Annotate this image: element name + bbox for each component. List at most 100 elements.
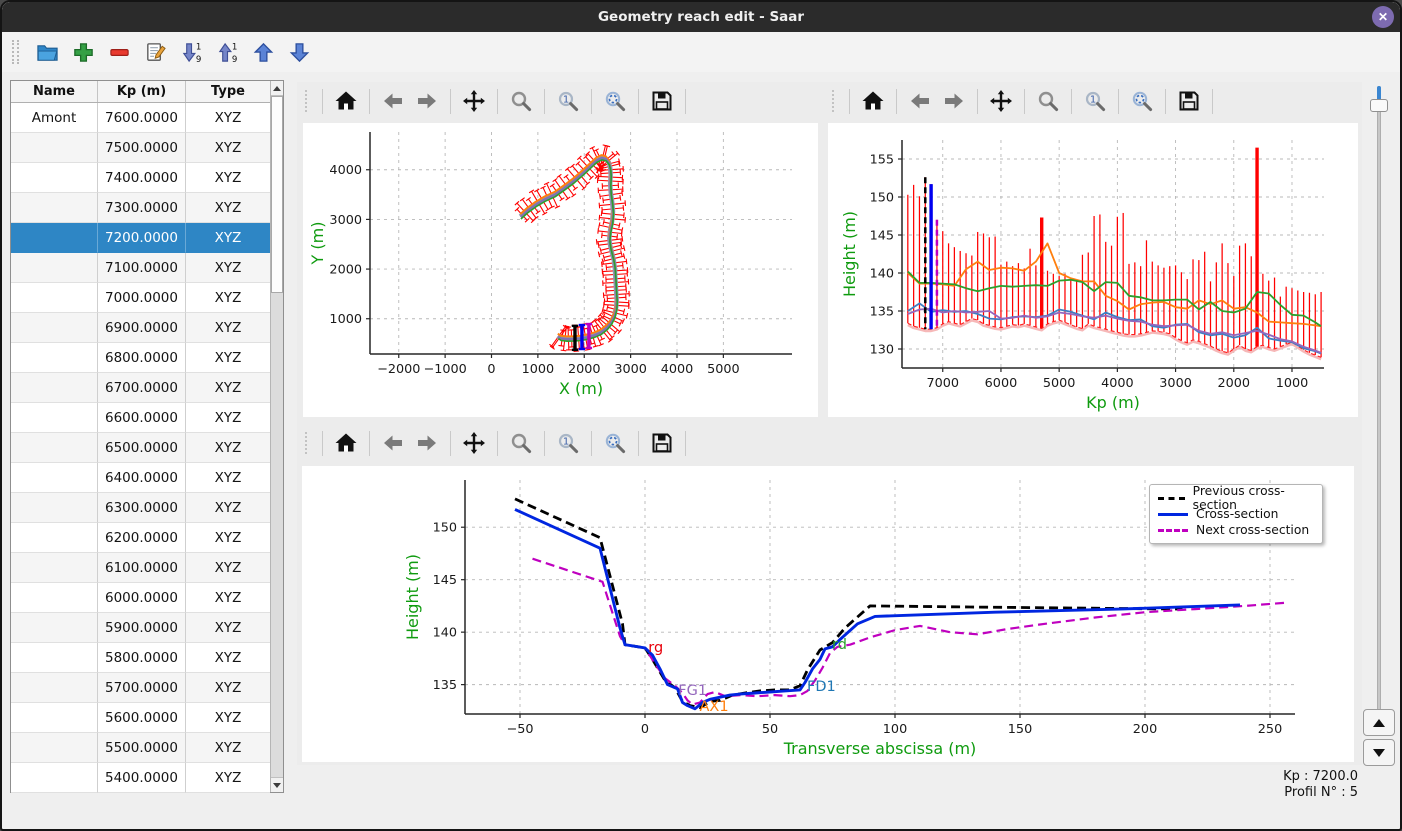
cell-type[interactable]: XYZ — [186, 103, 270, 133]
home-button[interactable] — [331, 428, 361, 458]
scrollbar-track[interactable] — [271, 96, 283, 777]
back-button[interactable] — [905, 86, 935, 116]
edit-profile-button[interactable] — [140, 37, 170, 67]
zoom-section-button[interactable]: 1 — [553, 428, 583, 458]
cell-type[interactable]: XYZ — [186, 733, 270, 763]
table-row[interactable]: 7400.0000XYZ — [11, 163, 270, 193]
table-row[interactable]: 5800.0000XYZ — [11, 643, 270, 673]
add-profile-button[interactable] — [68, 37, 98, 67]
cell-type[interactable]: XYZ — [186, 673, 270, 703]
table-row[interactable]: 5500.0000XYZ — [11, 733, 270, 763]
cell-name[interactable] — [11, 643, 98, 673]
pan-button[interactable] — [459, 428, 489, 458]
cell-name[interactable] — [11, 703, 98, 733]
cell-type[interactable]: XYZ — [186, 373, 270, 403]
zoom-fit-button[interactable] — [1127, 86, 1157, 116]
cell-name[interactable] — [11, 373, 98, 403]
table-row[interactable]: 6000.0000XYZ — [11, 583, 270, 613]
cell-kp[interactable]: 6600.0000 — [98, 403, 186, 433]
cell-name[interactable] — [11, 433, 98, 463]
zoom-fit-button[interactable] — [600, 428, 630, 458]
zoom-button[interactable] — [1033, 86, 1063, 116]
cell-kp[interactable]: 7500.0000 — [98, 133, 186, 163]
cell-type[interactable]: XYZ — [186, 313, 270, 343]
back-button[interactable] — [378, 428, 408, 458]
cell-type[interactable]: XYZ — [186, 133, 270, 163]
cell-type[interactable]: XYZ — [186, 283, 270, 313]
table-row[interactable]: 7100.0000XYZ — [11, 253, 270, 283]
cell-kp[interactable]: 5400.0000 — [98, 763, 186, 793]
cell-kp[interactable]: 6300.0000 — [98, 493, 186, 523]
toolbar-grip[interactable] — [305, 432, 310, 454]
move-down-button[interactable] — [284, 37, 314, 67]
profile-up-button[interactable] — [1363, 709, 1395, 736]
table-row[interactable]: 5900.0000XYZ — [11, 613, 270, 643]
table-row[interactable]: 6700.0000XYZ — [11, 373, 270, 403]
cell-kp[interactable]: 7100.0000 — [98, 253, 186, 283]
pan-button[interactable] — [459, 86, 489, 116]
zoom-section-button[interactable]: 1 — [553, 86, 583, 116]
close-button[interactable]: ✕ — [1372, 6, 1394, 28]
slider-handle[interactable] — [1370, 99, 1388, 112]
cell-kp[interactable]: 5700.0000 — [98, 673, 186, 703]
scroll-down-button[interactable] — [271, 777, 283, 792]
cell-type[interactable]: XYZ — [186, 643, 270, 673]
cell-name[interactable] — [11, 673, 98, 703]
cell-kp[interactable]: 7000.0000 — [98, 283, 186, 313]
cell-name[interactable] — [11, 493, 98, 523]
table-row[interactable]: 6100.0000XYZ — [11, 553, 270, 583]
table-row[interactable]: 6300.0000XYZ — [11, 493, 270, 523]
zoom-section-button[interactable]: 1 — [1080, 86, 1110, 116]
titlebar[interactable]: Geometry reach edit - Saar ✕ — [2, 2, 1400, 32]
open-button[interactable] — [32, 37, 62, 67]
cell-name[interactable] — [11, 133, 98, 163]
table-row[interactable]: 7500.0000XYZ — [11, 133, 270, 163]
table-row[interactable]: 5600.0000XYZ — [11, 703, 270, 733]
cell-name[interactable] — [11, 763, 98, 793]
home-button[interactable] — [858, 86, 888, 116]
cell-type[interactable]: XYZ — [186, 493, 270, 523]
table-row[interactable]: 7300.0000XYZ — [11, 193, 270, 223]
cell-type[interactable]: XYZ — [186, 343, 270, 373]
cell-kp[interactable]: 5800.0000 — [98, 643, 186, 673]
toolbar-grip[interactable] — [832, 90, 837, 112]
cell-type[interactable]: XYZ — [186, 703, 270, 733]
cell-name[interactable] — [11, 613, 98, 643]
table-row[interactable]: 5400.0000XYZ — [11, 763, 270, 793]
cell-kp[interactable]: 6900.0000 — [98, 313, 186, 343]
table-scrollbar[interactable] — [270, 81, 283, 792]
cell-type[interactable]: XYZ — [186, 193, 270, 223]
table-row[interactable]: 6400.0000XYZ — [11, 463, 270, 493]
plan-plot-canvas[interactable]: −2000−1000010002000300040005000100020003… — [297, 120, 824, 420]
forward-button[interactable] — [412, 428, 442, 458]
cell-type[interactable]: XYZ — [186, 553, 270, 583]
cell-type[interactable]: XYZ — [186, 223, 270, 253]
cell-kp[interactable]: 6000.0000 — [98, 583, 186, 613]
profile-down-button[interactable] — [1363, 739, 1395, 766]
cell-name[interactable] — [11, 163, 98, 193]
scroll-up-button[interactable] — [271, 81, 283, 96]
cell-kp[interactable]: 7200.0000 — [98, 223, 186, 253]
table-row[interactable]: 6900.0000XYZ — [11, 313, 270, 343]
sort-descending-button[interactable]: 19 — [176, 37, 206, 67]
sort-ascending-button[interactable]: 19 — [212, 37, 242, 67]
cell-name[interactable]: Amont — [11, 103, 98, 133]
forward-button[interactable] — [412, 86, 442, 116]
table-row[interactable]: 6500.0000XYZ — [11, 433, 270, 463]
cell-type[interactable]: XYZ — [186, 583, 270, 613]
cell-name[interactable] — [11, 193, 98, 223]
cell-name[interactable] — [11, 223, 98, 253]
toolbar-grip[interactable] — [305, 90, 310, 112]
cell-type[interactable]: XYZ — [186, 253, 270, 283]
remove-profile-button[interactable] — [104, 37, 134, 67]
cell-kp[interactable]: 7400.0000 — [98, 163, 186, 193]
table-row[interactable]: 7200.0000XYZ — [11, 223, 270, 253]
cell-type[interactable]: XYZ — [186, 403, 270, 433]
table-row[interactable]: 7000.0000XYZ — [11, 283, 270, 313]
cell-name[interactable] — [11, 463, 98, 493]
save-button[interactable] — [1174, 86, 1204, 116]
cell-kp[interactable]: 6100.0000 — [98, 553, 186, 583]
save-button[interactable] — [647, 86, 677, 116]
toolbar-grip[interactable] — [12, 40, 19, 64]
table-row[interactable]: 6800.0000XYZ — [11, 343, 270, 373]
